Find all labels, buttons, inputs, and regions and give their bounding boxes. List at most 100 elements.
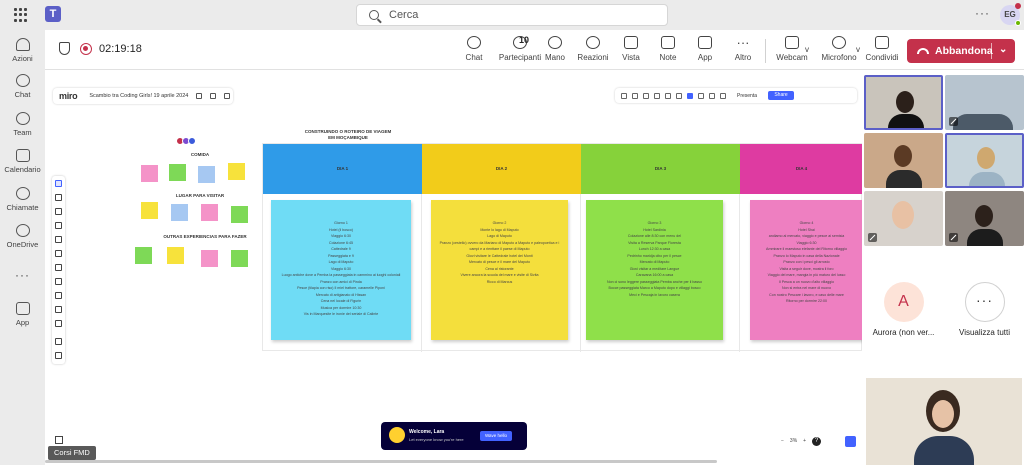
shield-icon[interactable] — [59, 42, 70, 55]
chevron-down-icon[interactable]: v — [805, 45, 809, 54]
video-tile[interactable] — [945, 75, 1024, 130]
day-sticky-note[interactable]: Giorno 3 Hotel Sardinia Colazione alle 8… — [586, 200, 723, 340]
day-column: DIA 3 Giorno 3 Hotel Sardinia Colazione … — [581, 144, 740, 352]
crop-tool-icon[interactable] — [55, 292, 62, 299]
table-icon[interactable] — [676, 92, 682, 99]
miro-share-button[interactable]: Share — [768, 91, 795, 100]
sticky-note[interactable] — [231, 250, 248, 267]
chevron-down-icon[interactable]: v — [856, 45, 860, 54]
reaction-icon[interactable] — [709, 92, 715, 99]
sticky-note[interactable] — [169, 164, 186, 181]
text-tool-icon[interactable] — [55, 208, 62, 215]
view-all-tile[interactable]: ··· Visualizza tutti — [945, 270, 1024, 365]
video-tile[interactable] — [864, 75, 943, 130]
add-tool-icon[interactable] — [55, 320, 62, 327]
menu-icon[interactable] — [196, 93, 203, 99]
mic-off-icon — [868, 233, 877, 242]
frames-panel-icon[interactable] — [55, 436, 63, 444]
rail-item-onedrive[interactable]: OneDrive — [0, 224, 45, 249]
board-name[interactable]: Scambio tra Coding Girls! 19 aprile 2024 — [89, 93, 188, 99]
rail-item-label: Azioni — [12, 54, 33, 63]
raise-hand-button[interactable]: Mano — [535, 36, 575, 62]
shapes-tool-icon[interactable] — [55, 236, 62, 243]
video-tile[interactable] — [864, 133, 943, 188]
zoom-in-button[interactable]: + — [803, 438, 806, 444]
chevron-down-icon[interactable]: ⌄ — [999, 44, 1007, 55]
teams-logo-icon: T — [45, 6, 61, 22]
reactions-button[interactable]: Reazioni — [573, 36, 613, 62]
rail-item-app[interactable]: App — [0, 302, 45, 327]
horizontal-scrollbar[interactable] — [45, 460, 717, 463]
apps-button[interactable]: App — [685, 36, 725, 62]
connector-tool-icon[interactable] — [55, 250, 62, 257]
rail-item-chat[interactable]: Chat — [0, 74, 45, 99]
sticky-note[interactable] — [167, 247, 184, 264]
more-button[interactable]: ··· Altro — [723, 36, 763, 63]
day-sticky-note[interactable]: Giorno 1 Hotel (il bosco) Viaggio 6:30 C… — [271, 200, 411, 340]
day-header[interactable]: DIA 1 — [263, 144, 422, 194]
search-box[interactable]: Cerca — [356, 4, 668, 26]
help-button[interactable]: ? — [812, 436, 822, 446]
chat-button[interactable]: Chat — [454, 36, 494, 62]
timer-icon[interactable] — [621, 92, 627, 99]
export-icon[interactable] — [210, 93, 217, 99]
select-tool-icon[interactable] — [55, 180, 62, 187]
sticky-note[interactable] — [141, 202, 158, 219]
view-button[interactable]: Vista — [611, 36, 651, 62]
comment-icon[interactable] — [654, 92, 660, 99]
cursor-avatar — [188, 137, 196, 145]
notes-button[interactable]: Note — [648, 36, 688, 62]
settings-more-icon[interactable]: ··· — [975, 6, 990, 20]
wave-hello-button[interactable]: Wave hello — [480, 431, 512, 441]
zoom-level[interactable]: 3% — [790, 438, 797, 444]
draw-icon[interactable] — [698, 92, 704, 99]
cursor-icon[interactable] — [687, 92, 693, 99]
share-content-button[interactable]: Condividi — [862, 36, 902, 62]
more-apps-icon[interactable]: ··· — [15, 268, 30, 282]
present-button[interactable]: Presenta — [737, 93, 757, 99]
zoom-out-button[interactable]: − — [781, 438, 784, 444]
undo-icon[interactable] — [55, 338, 62, 345]
view-all-label: Visualizza tutti — [959, 328, 1010, 337]
user-avatar[interactable]: EG — [1000, 3, 1021, 26]
day-sticky-note[interactable]: Giorno 4 Hotel Shai andiamo al mercato, … — [750, 200, 863, 340]
video-tile[interactable] — [945, 191, 1024, 246]
rail-item-azioni[interactable]: Azioni — [0, 38, 45, 63]
day-header[interactable]: DIA 4 — [740, 144, 863, 194]
leave-button[interactable]: Abbandona ⌄ — [907, 39, 1015, 63]
note-icon[interactable] — [665, 92, 671, 99]
bell-icon — [15, 38, 30, 51]
sticky-note[interactable] — [135, 247, 152, 264]
search-icon[interactable] — [224, 93, 231, 99]
day-header[interactable]: DIA 2 — [422, 144, 581, 194]
sticky-note[interactable] — [201, 250, 218, 267]
rail-item-calendario[interactable]: Calendario — [0, 149, 45, 174]
self-view-video[interactable] — [866, 378, 1022, 465]
sticky-note[interactable] — [228, 163, 245, 180]
redo-icon[interactable] — [55, 352, 62, 359]
sticky-note[interactable] — [231, 206, 248, 223]
rail-item-chiamate[interactable]: Chiamate — [0, 187, 45, 212]
comment-tool-icon[interactable] — [55, 278, 62, 285]
vote-icon[interactable] — [632, 92, 638, 99]
sticky-note[interactable] — [201, 204, 218, 221]
pen-tool-icon[interactable] — [55, 264, 62, 271]
video-tile[interactable] — [864, 191, 943, 246]
video-icon[interactable] — [643, 92, 649, 99]
template-tool-icon[interactable] — [55, 306, 62, 313]
frame-tool-icon[interactable] — [55, 194, 62, 201]
day-header[interactable]: DIA 3 — [581, 144, 740, 194]
app-launcher-icon[interactable] — [14, 8, 28, 22]
share-content-label: Condividi — [865, 53, 899, 62]
sticky-note[interactable] — [141, 165, 158, 182]
participant-avatar-icon[interactable] — [720, 92, 726, 99]
expand-icon[interactable] — [845, 436, 856, 447]
day-sticky-note[interactable]: Giorno 2 Monte lo lago di Maputo Lago di… — [431, 200, 568, 340]
miro-logo[interactable]: miro — [59, 91, 78, 101]
sticky-note-tool-icon[interactable] — [55, 222, 62, 229]
video-tile[interactable] — [945, 133, 1024, 188]
participant-tile-aurora[interactable]: A Aurora (non ver... — [864, 270, 943, 365]
rail-item-team[interactable]: Team — [0, 112, 45, 137]
sticky-note[interactable] — [171, 204, 188, 221]
sticky-note[interactable] — [198, 166, 215, 183]
